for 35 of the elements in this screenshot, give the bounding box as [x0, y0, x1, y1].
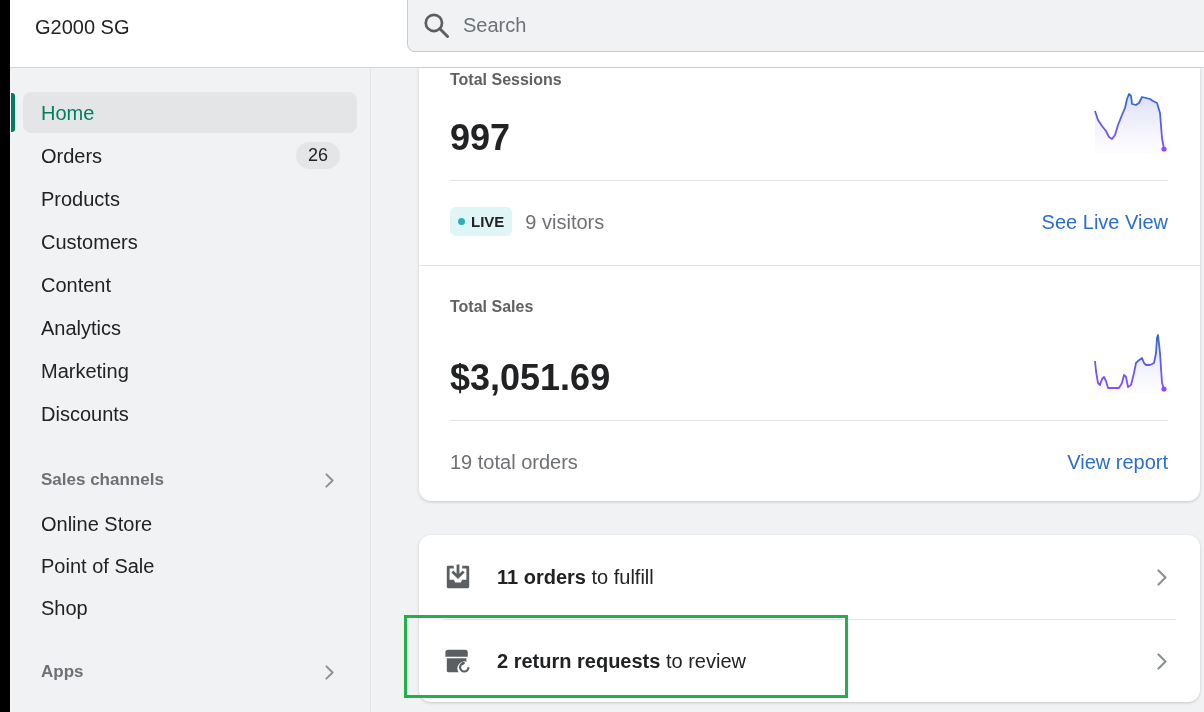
visitors-count: 9 visitors — [525, 209, 605, 235]
live-label: LIVE — [471, 212, 505, 231]
footer-link[interactable]: See Live View — [1041, 208, 1168, 235]
search-input[interactable]: Search — [463, 5, 1204, 46]
task-link[interactable]: 11 orders to fulfill — [497, 564, 654, 590]
metric-title: Total Sessions — [450, 70, 563, 90]
nav-item[interactable]: Shop — [23, 587, 357, 628]
count-badge: 26 — [295, 142, 340, 169]
nav-item[interactable]: Analytics — [23, 307, 357, 348]
nav-item[interactable]: Content — [23, 264, 357, 305]
nav-item[interactable]: Discounts — [23, 393, 357, 434]
store-name: G2000 SG — [35, 16, 130, 38]
section-header[interactable]: Apps — [23, 657, 357, 687]
chevron-right-icon[interactable] — [325, 664, 334, 680]
nav-item[interactable]: Products — [23, 178, 357, 219]
section-header[interactable]: Sales channels — [23, 465, 357, 495]
metric-value: $3,051.69 — [450, 356, 611, 400]
tray-download-icon — [444, 563, 472, 591]
metric-value: 997 — [450, 116, 511, 160]
chevron-right-icon[interactable] — [325, 472, 334, 488]
chevron-right-icon[interactable] — [1157, 568, 1167, 586]
chevron-right-icon[interactable] — [1157, 652, 1167, 670]
nav-item[interactable]: Marketing — [23, 350, 357, 391]
search-icon — [424, 13, 449, 38]
active-indicator — [11, 93, 15, 132]
task-link[interactable]: 2 return requests to review — [497, 648, 746, 674]
footer-link[interactable]: View report — [1067, 449, 1168, 475]
orders-count: 19 total orders — [450, 450, 578, 475]
box-return-icon — [444, 647, 472, 675]
search-field[interactable]: Search — [407, 0, 1204, 52]
nav-item[interactable]: Online Store — [23, 503, 357, 544]
nav-item[interactable]: Orders 26 — [23, 135, 357, 176]
nav-item[interactable]: Point of Sale — [23, 545, 357, 586]
metric-title: Total Sales — [450, 297, 535, 317]
nav-item[interactable]: Customers — [23, 221, 357, 262]
